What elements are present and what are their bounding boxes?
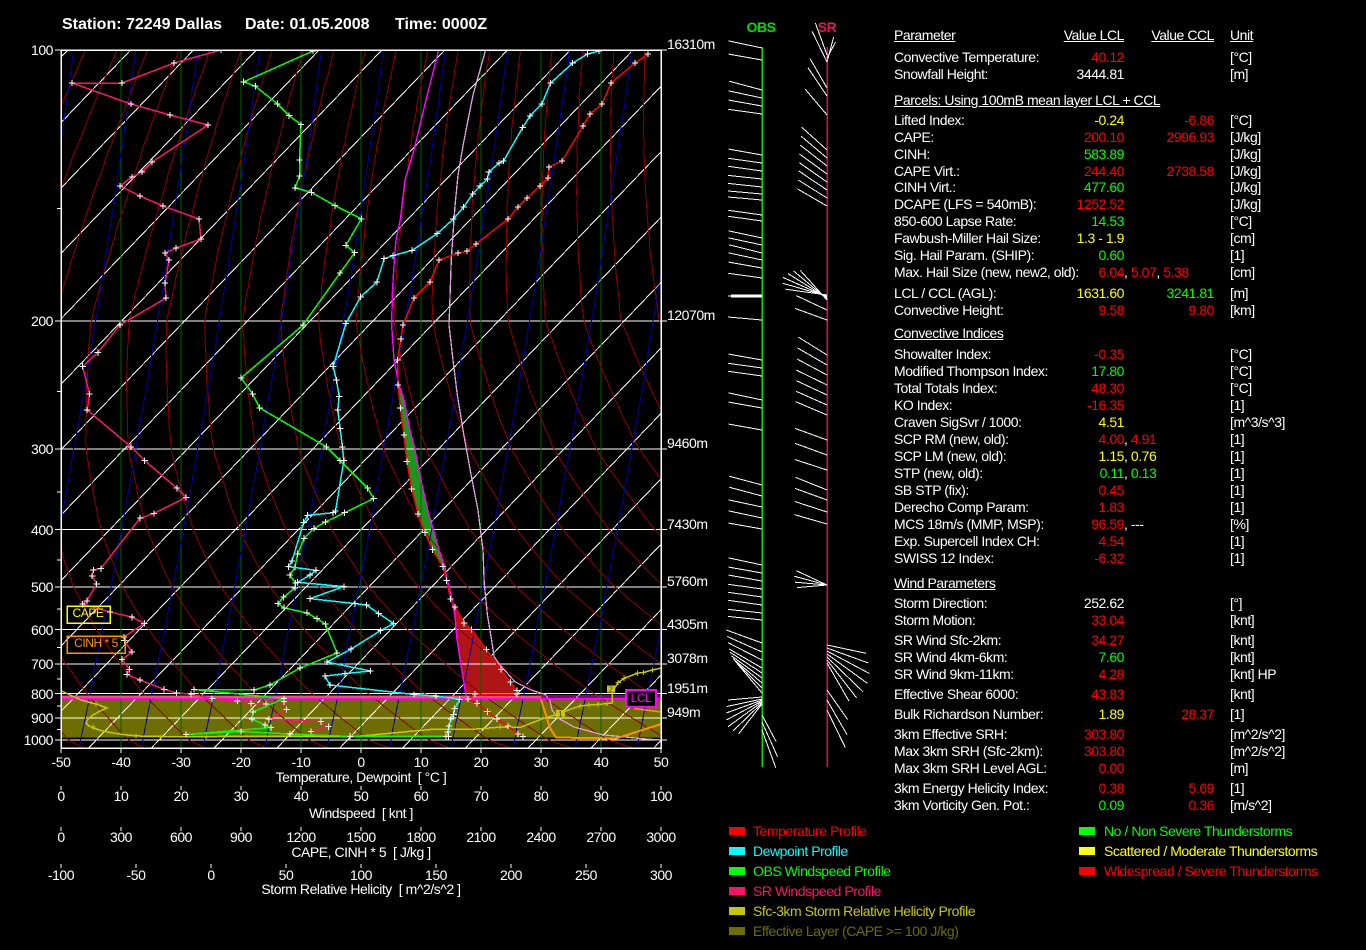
- svg-text:2: 2: [609, 687, 613, 694]
- svg-text:1: 1: [558, 710, 563, 719]
